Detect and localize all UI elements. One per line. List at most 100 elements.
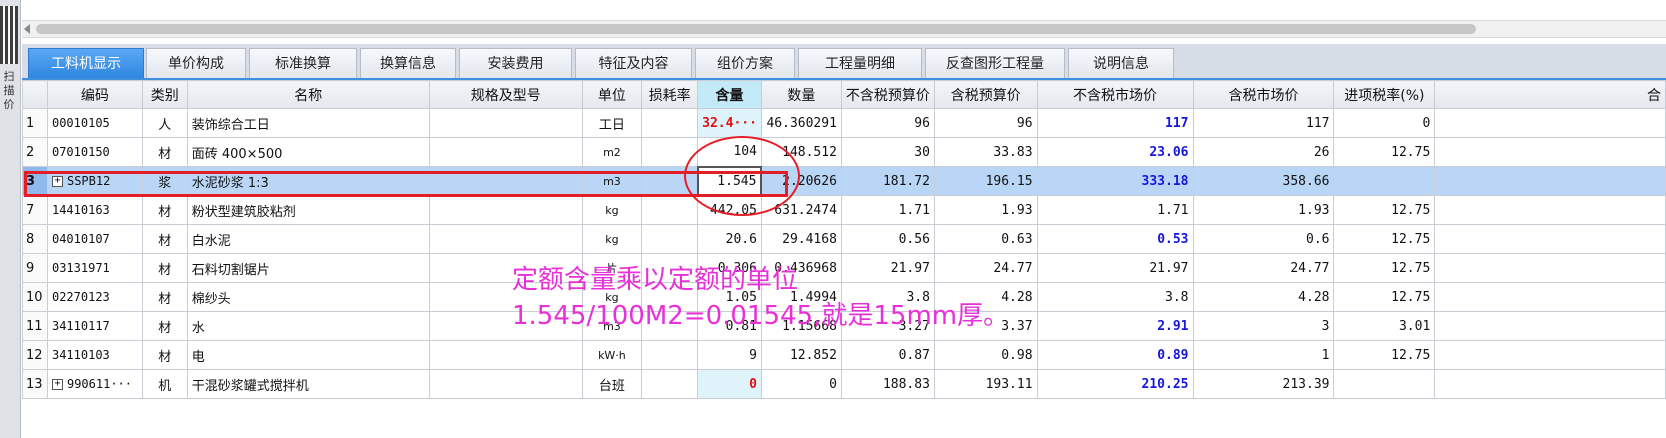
cell-content[interactable]: 104 bbox=[697, 137, 762, 167]
cell-total[interactable] bbox=[1434, 340, 1666, 370]
col-header-content[interactable]: 含量 bbox=[697, 80, 762, 109]
tab-description-info[interactable]: 说明信息 bbox=[1068, 48, 1174, 78]
cell-tax-market[interactable]: 0.6 bbox=[1192, 224, 1335, 254]
cell-tax-budget[interactable]: 193.11 bbox=[933, 369, 1038, 399]
cell-name[interactable]: 装饰综合工日 bbox=[186, 108, 430, 138]
cell-type[interactable]: 材 bbox=[141, 311, 188, 341]
col-header-quantity[interactable]: 数量 bbox=[760, 80, 842, 109]
cell-input-tax-rate[interactable]: 12.75 bbox=[1333, 137, 1436, 167]
tab-pricing-plan[interactable]: 组价方案 bbox=[695, 48, 795, 78]
col-header-type[interactable]: 类别 bbox=[141, 80, 188, 109]
cell-loss[interactable] bbox=[641, 282, 699, 312]
cell-pretax-budget[interactable]: 0.56 bbox=[840, 224, 935, 254]
cell-pretax-budget[interactable]: 3.8 bbox=[840, 282, 935, 312]
cell-type[interactable]: 人 bbox=[141, 108, 188, 138]
cell-tax-budget[interactable]: 0.98 bbox=[933, 340, 1038, 370]
cell-unit[interactable]: m3 bbox=[581, 311, 643, 341]
cell-name[interactable]: 电 bbox=[186, 340, 430, 370]
cell-loss[interactable] bbox=[641, 369, 699, 399]
cell-spec[interactable] bbox=[428, 311, 583, 341]
table-row[interactable]: 7 14410163 材 粉状型建筑胶粘剂 kg 442.05 631.2474… bbox=[22, 195, 1666, 225]
cell-code[interactable]: + SSPB12 bbox=[46, 166, 143, 196]
cell-total[interactable] bbox=[1434, 166, 1666, 196]
table-row[interactable]: 2 07010150 材 面砖 400×500 m2 104 148.512 3… bbox=[22, 137, 1666, 167]
cell-pretax-market[interactable]: 117 bbox=[1036, 108, 1194, 138]
cell-input-tax-rate[interactable]: 3.01 bbox=[1333, 311, 1436, 341]
cell-quantity[interactable]: 148.512 bbox=[760, 137, 842, 167]
tab-reverse-graphic-quantity[interactable]: 反查图形工程量 bbox=[925, 48, 1065, 78]
col-header-tax-market[interactable]: 含税市场价 bbox=[1192, 80, 1335, 109]
cell-tax-market[interactable]: 3 bbox=[1192, 311, 1335, 341]
col-header-unit[interactable]: 单位 bbox=[581, 80, 643, 109]
col-header-name[interactable]: 名称 bbox=[186, 80, 430, 109]
cell-loss[interactable] bbox=[641, 253, 699, 283]
col-header-tax-budget[interactable]: 含税预算价 bbox=[933, 80, 1038, 109]
cell-code[interactable]: +990611··· bbox=[46, 369, 143, 399]
cell-code[interactable]: 34110117 bbox=[46, 311, 143, 341]
cell-spec[interactable] bbox=[428, 282, 583, 312]
horizontal-scrollbar[interactable] bbox=[22, 20, 1666, 38]
cell-tax-market[interactable]: 358.66 bbox=[1192, 166, 1335, 196]
cell-type[interactable]: 材 bbox=[141, 137, 188, 167]
cell-quantity[interactable]: 46.360291 bbox=[760, 108, 842, 138]
cell-content[interactable]: 9 bbox=[697, 340, 762, 370]
cell-pretax-market[interactable]: 0.89 bbox=[1036, 340, 1194, 370]
cell-tax-budget[interactable]: 4.28 bbox=[933, 282, 1038, 312]
cell-loss[interactable] bbox=[641, 108, 699, 138]
cell-quantity[interactable]: 12.852 bbox=[760, 340, 842, 370]
cell-pretax-market[interactable]: 333.18 bbox=[1036, 166, 1194, 196]
cell-spec[interactable] bbox=[428, 253, 583, 283]
cell-content[interactable]: 20.6 bbox=[697, 224, 762, 254]
cell-content[interactable]: 0.306 bbox=[697, 253, 762, 283]
cell-tax-market[interactable]: 1.93 bbox=[1192, 195, 1335, 225]
cell-tax-market[interactable]: 117 bbox=[1192, 108, 1335, 138]
cell-name[interactable]: 面砖 400×500 bbox=[186, 137, 430, 167]
cell-pretax-market[interactable]: 2.91 bbox=[1036, 311, 1194, 341]
cell-quantity[interactable]: 0 bbox=[760, 369, 842, 399]
cell-quantity[interactable]: 2.20626 bbox=[760, 166, 842, 196]
table-row-selected[interactable]: 3 + SSPB12 浆 水泥砂浆 1:3 m3 1.545 2.20626 18… bbox=[22, 165, 1666, 197]
cell-content-editing[interactable]: 1.545 bbox=[696, 165, 763, 197]
cell-total[interactable] bbox=[1434, 311, 1666, 341]
cell-unit[interactable]: kg bbox=[581, 282, 643, 312]
cell-pretax-market[interactable]: 23.06 bbox=[1036, 137, 1194, 167]
table-row[interactable]: 12 34110103 材 电 kW·h 9 12.852 0.87 0.98 … bbox=[22, 340, 1666, 370]
cell-code[interactable]: 14410163 bbox=[46, 195, 143, 225]
cell-loss[interactable] bbox=[641, 311, 699, 341]
cell-type[interactable]: 材 bbox=[141, 253, 188, 283]
cell-unit[interactable]: m3 bbox=[581, 166, 643, 196]
cell-quantity[interactable]: 1.15668 bbox=[760, 311, 842, 341]
cell-pretax-budget[interactable]: 30 bbox=[840, 137, 935, 167]
cell-spec[interactable] bbox=[428, 340, 583, 370]
cell-name[interactable]: 棉纱头 bbox=[186, 282, 430, 312]
cell-tax-budget[interactable]: 24.77 bbox=[933, 253, 1038, 283]
col-header-code[interactable]: 编码 bbox=[46, 80, 143, 109]
table-row[interactable]: 11 34110117 材 水 m3 0.81 1.15668 3.27 3.3… bbox=[22, 311, 1666, 341]
table-row[interactable]: 9 03131971 材 石料切割锯片 片 0.306 0.436968 21.… bbox=[22, 253, 1666, 283]
cell-type[interactable]: 材 bbox=[141, 340, 188, 370]
cell-spec[interactable] bbox=[428, 224, 583, 254]
cell-content[interactable]: 32.4··· bbox=[697, 108, 762, 138]
cell-code[interactable]: 04010107 bbox=[46, 224, 143, 254]
col-header-total[interactable]: 合 bbox=[1434, 80, 1666, 109]
cell-pretax-budget[interactable]: 181.72 bbox=[840, 166, 935, 196]
cell-total[interactable] bbox=[1434, 137, 1666, 167]
tab-features-content[interactable]: 特征及内容 bbox=[575, 48, 692, 78]
cell-tax-budget[interactable]: 196.15 bbox=[933, 166, 1038, 196]
cell-code[interactable]: 00010105 bbox=[46, 108, 143, 138]
cell-input-tax-rate[interactable]: 12.75 bbox=[1333, 253, 1436, 283]
cell-unit[interactable]: 片 bbox=[581, 253, 643, 283]
cell-name[interactable]: 水 bbox=[186, 311, 430, 341]
cell-type[interactable]: 材 bbox=[141, 282, 188, 312]
col-header-loss-rate[interactable]: 损耗率 bbox=[641, 80, 699, 109]
expand-plus-icon[interactable]: + bbox=[51, 379, 63, 390]
cell-unit[interactable]: kg bbox=[581, 195, 643, 225]
cell-tax-market[interactable]: 26 bbox=[1192, 137, 1335, 167]
cell-pretax-budget[interactable]: 3.27 bbox=[840, 311, 935, 341]
col-header-spec[interactable]: 规格及型号 bbox=[428, 80, 583, 109]
cell-pretax-budget[interactable]: 0.87 bbox=[840, 340, 935, 370]
cell-loss[interactable] bbox=[641, 166, 699, 196]
cell-total[interactable] bbox=[1434, 224, 1666, 254]
cell-pretax-market[interactable]: 0.53 bbox=[1036, 224, 1194, 254]
cell-name[interactable]: 石料切割锯片 bbox=[186, 253, 430, 283]
